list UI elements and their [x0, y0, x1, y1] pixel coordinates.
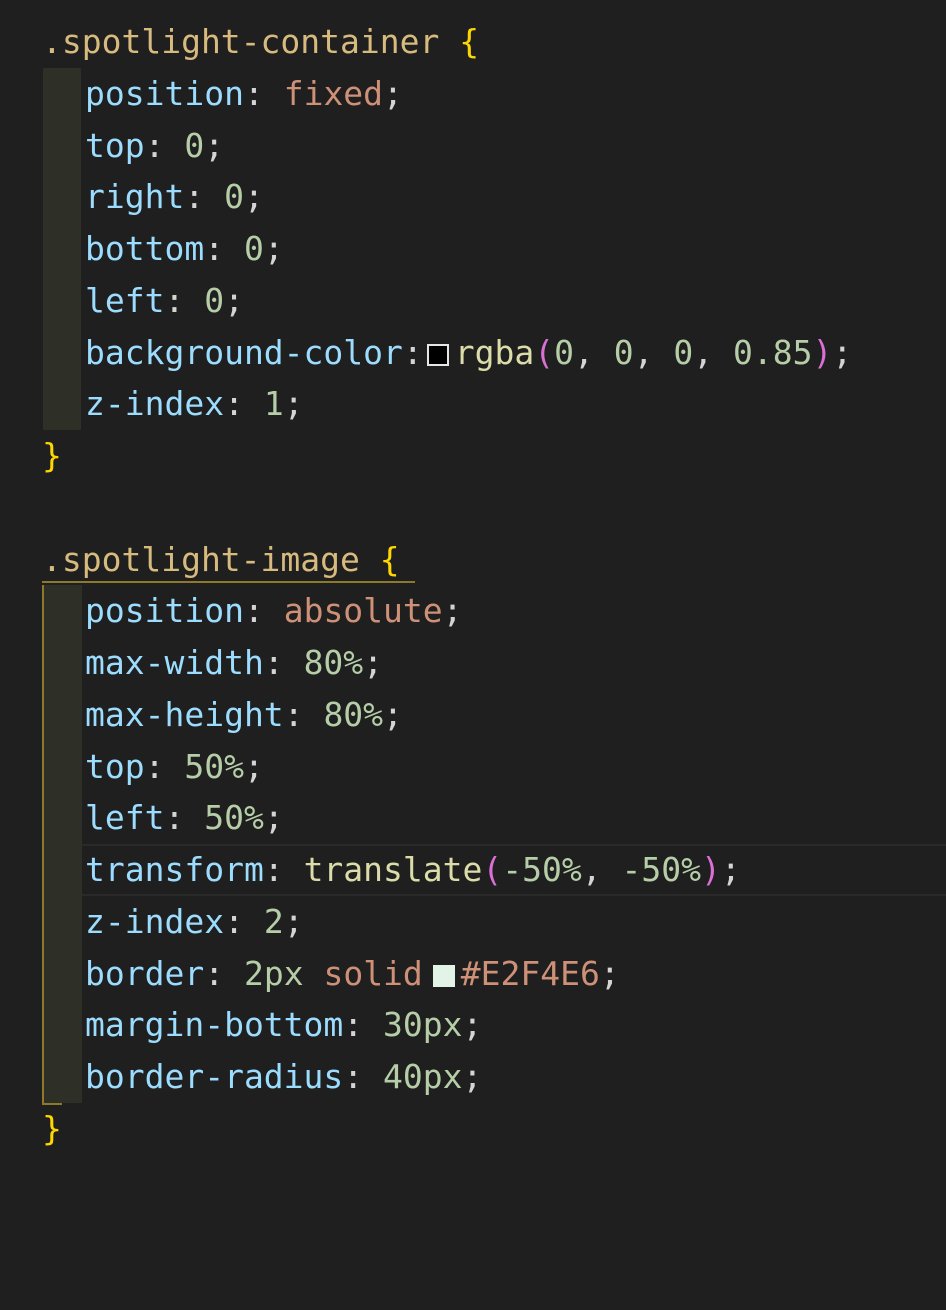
indent-guide	[42, 947, 82, 1000]
css-value: 50%	[184, 746, 244, 786]
indent-guide	[43, 274, 81, 327]
color-swatch-icon[interactable]	[432, 964, 455, 987]
css-property: border-radius	[85, 1057, 344, 1096]
css-property: right	[85, 177, 185, 217]
css-property: margin-bottom	[85, 1005, 344, 1045]
code-line: }	[0, 1102, 946, 1155]
code-line: }	[0, 430, 946, 482]
indent-guide	[42, 999, 82, 1051]
indent-guide	[42, 637, 82, 689]
code-line: margin-bottom: 30px;	[0, 999, 946, 1051]
css-property: max-width	[85, 643, 264, 682]
color-swatch-icon[interactable]	[426, 343, 449, 366]
open-brace: {	[459, 22, 480, 61]
indent-guide	[42, 844, 82, 896]
css-property: z-index	[85, 384, 225, 424]
indent-guide	[42, 688, 82, 741]
css-value: absolute	[283, 591, 443, 631]
css-selector: .spotlight-image	[42, 539, 360, 579]
indent-guide	[42, 1051, 82, 1103]
css-selector: .spotlight-container	[42, 22, 440, 61]
css-value: fixed	[283, 73, 384, 113]
css-value: 0	[243, 229, 264, 268]
code-line: border: 2px solid #E2F4E6;	[0, 947, 946, 1000]
code-line-current: transform: translate(-50%, -50%);	[0, 844, 946, 896]
css-property: bottom	[85, 229, 205, 268]
css-property: background-color	[85, 332, 403, 372]
close-brace: }	[42, 1108, 62, 1148]
code-line: bottom: 0;	[0, 223, 946, 275]
code-line: right: 0;	[0, 171, 946, 223]
css-value: 80%	[303, 643, 364, 682]
indent-guide	[43, 326, 81, 379]
css-property: left	[85, 280, 165, 320]
code-line: z-index: 2;	[0, 895, 946, 948]
open-brace: {	[379, 539, 400, 579]
code-line: border-radius: 40px;	[0, 1051, 946, 1103]
indent-guide	[42, 740, 82, 793]
css-value: 30px	[383, 1005, 463, 1045]
css-value: 0	[224, 177, 244, 217]
indent-guide	[43, 119, 81, 172]
code-line: max-height: 80%;	[0, 688, 946, 741]
code-line: position: absolute;	[0, 585, 946, 637]
css-value: 40px	[383, 1057, 463, 1096]
css-hex-color: #E2F4E6	[460, 953, 600, 993]
code-line: left: 50%;	[0, 792, 946, 844]
css-function: rgba	[454, 332, 535, 372]
css-property: z-index	[85, 901, 225, 941]
css-property: position	[85, 591, 244, 631]
code-line: max-width: 80%;	[0, 637, 946, 689]
css-value: 50%	[204, 798, 264, 838]
code-line: left: 0;	[0, 274, 946, 327]
close-brace: }	[42, 436, 62, 475]
code-line: top: 0;	[0, 119, 946, 172]
indent-guide	[42, 895, 82, 948]
css-property: max-height	[85, 694, 284, 734]
css-property: top	[85, 746, 145, 786]
css-value: 0	[204, 280, 225, 320]
indent-guide	[43, 171, 81, 223]
code-line: top: 50%;	[0, 740, 946, 793]
indent-guide	[42, 585, 82, 637]
css-value: 1	[263, 384, 284, 424]
code-editor[interactable]: .spotlight-container { position: fixed; …	[0, 16, 946, 1155]
css-value: 0	[184, 125, 205, 165]
indent-guide	[43, 67, 81, 120]
css-function: translate	[303, 850, 483, 889]
css-value: 80%	[323, 694, 384, 734]
code-line: z-index: 1;	[0, 378, 946, 430]
css-value: 2	[263, 901, 284, 941]
indent-guide	[42, 792, 82, 844]
css-property: border	[85, 953, 205, 993]
code-line: position: fixed;	[0, 67, 946, 120]
code-line: background-color: rgba(0, 0, 0, 0.85);	[0, 326, 946, 379]
css-property: left	[85, 798, 165, 838]
indent-guide	[43, 223, 81, 275]
code-line: .spotlight-container {	[0, 16, 946, 68]
css-property: top	[85, 125, 145, 165]
css-property: position	[85, 73, 244, 113]
code-line: .spotlight-image {	[0, 534, 946, 586]
css-property: transform	[85, 850, 264, 889]
indent-guide	[43, 378, 81, 430]
